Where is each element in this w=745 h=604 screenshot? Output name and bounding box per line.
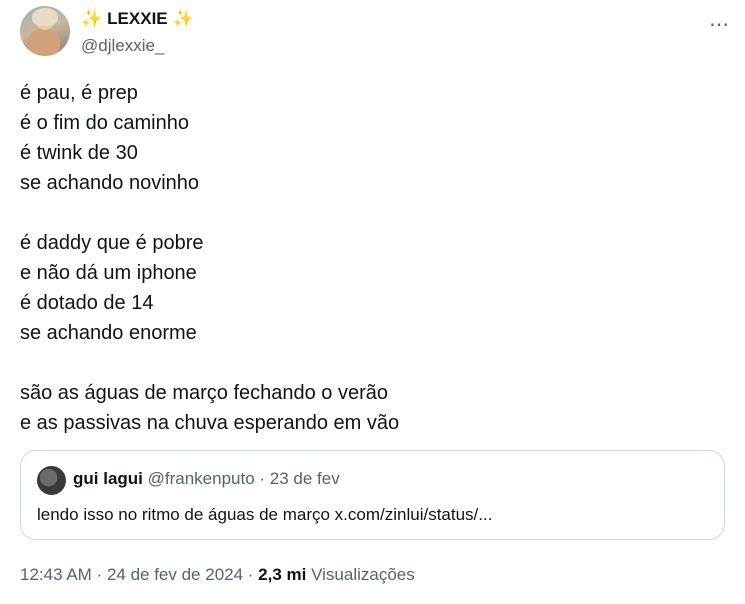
tweet-line: é pau, é prep <box>20 82 138 104</box>
author-name[interactable]: LEXXIE <box>107 9 167 29</box>
tweet-header: ✨ LEXXIE ✨ @djlexxie_ ⋯ <box>20 6 730 58</box>
views-count: 2,3 mi <box>258 565 307 584</box>
sparkle-icon-left: ✨ <box>81 9 103 28</box>
author-name-row[interactable]: ✨ LEXXIE ✨ <box>81 9 194 29</box>
quoted-tweet-date: 23 de fev <box>269 469 340 488</box>
quoted-tweet-text: lendo isso no ritmo de águas de março x.… <box>37 505 493 524</box>
tweet-line: é o fim do caminho <box>20 112 189 134</box>
more-options-icon[interactable]: ⋯ <box>709 12 730 37</box>
tweet-line: e não dá um iphone <box>20 262 197 284</box>
tweet-line: é daddy que é pobre <box>20 232 204 254</box>
tweet-line: é twink de 30 <box>20 142 138 164</box>
separator: · <box>243 565 259 584</box>
tweet-date[interactable]: 24 de fev de 2024 <box>107 565 243 584</box>
views-label: Visualizações <box>311 565 415 584</box>
quoted-author-name: gui lagui <box>73 469 143 488</box>
tweet-line: se achando enorme <box>20 322 197 344</box>
sparkle-icon-right: ✨ <box>172 9 194 28</box>
author-handle[interactable]: @djlexxie_ <box>81 36 164 56</box>
tweet-line: é dotado de 14 <box>20 292 154 314</box>
tweet-text: é pau, é prep é o fim do caminho é twink… <box>20 78 720 438</box>
quoted-tweet-header: gui lagui @frankenputo · 23 de fev <box>73 469 340 489</box>
separator: · <box>254 469 270 488</box>
author-avatar[interactable] <box>20 6 70 56</box>
tweet-line: se achando novinho <box>20 172 200 194</box>
tweet-line: são as águas de março fechando o verão <box>20 382 389 404</box>
tweet-time[interactable]: 12:43 AM <box>20 565 92 584</box>
tweet-meta: 12:43 AM · 24 de fev de 2024 · 2,3 mi Vi… <box>20 565 415 585</box>
quoted-tweet-card[interactable]: gui lagui @frankenputo · 23 de fev lendo… <box>20 450 725 540</box>
separator: · <box>91 565 107 584</box>
quoted-author-avatar <box>37 466 66 495</box>
tweet-line: e as passivas na chuva esperando em vão <box>20 412 400 434</box>
quoted-author-handle: @frankenputo <box>147 469 255 488</box>
